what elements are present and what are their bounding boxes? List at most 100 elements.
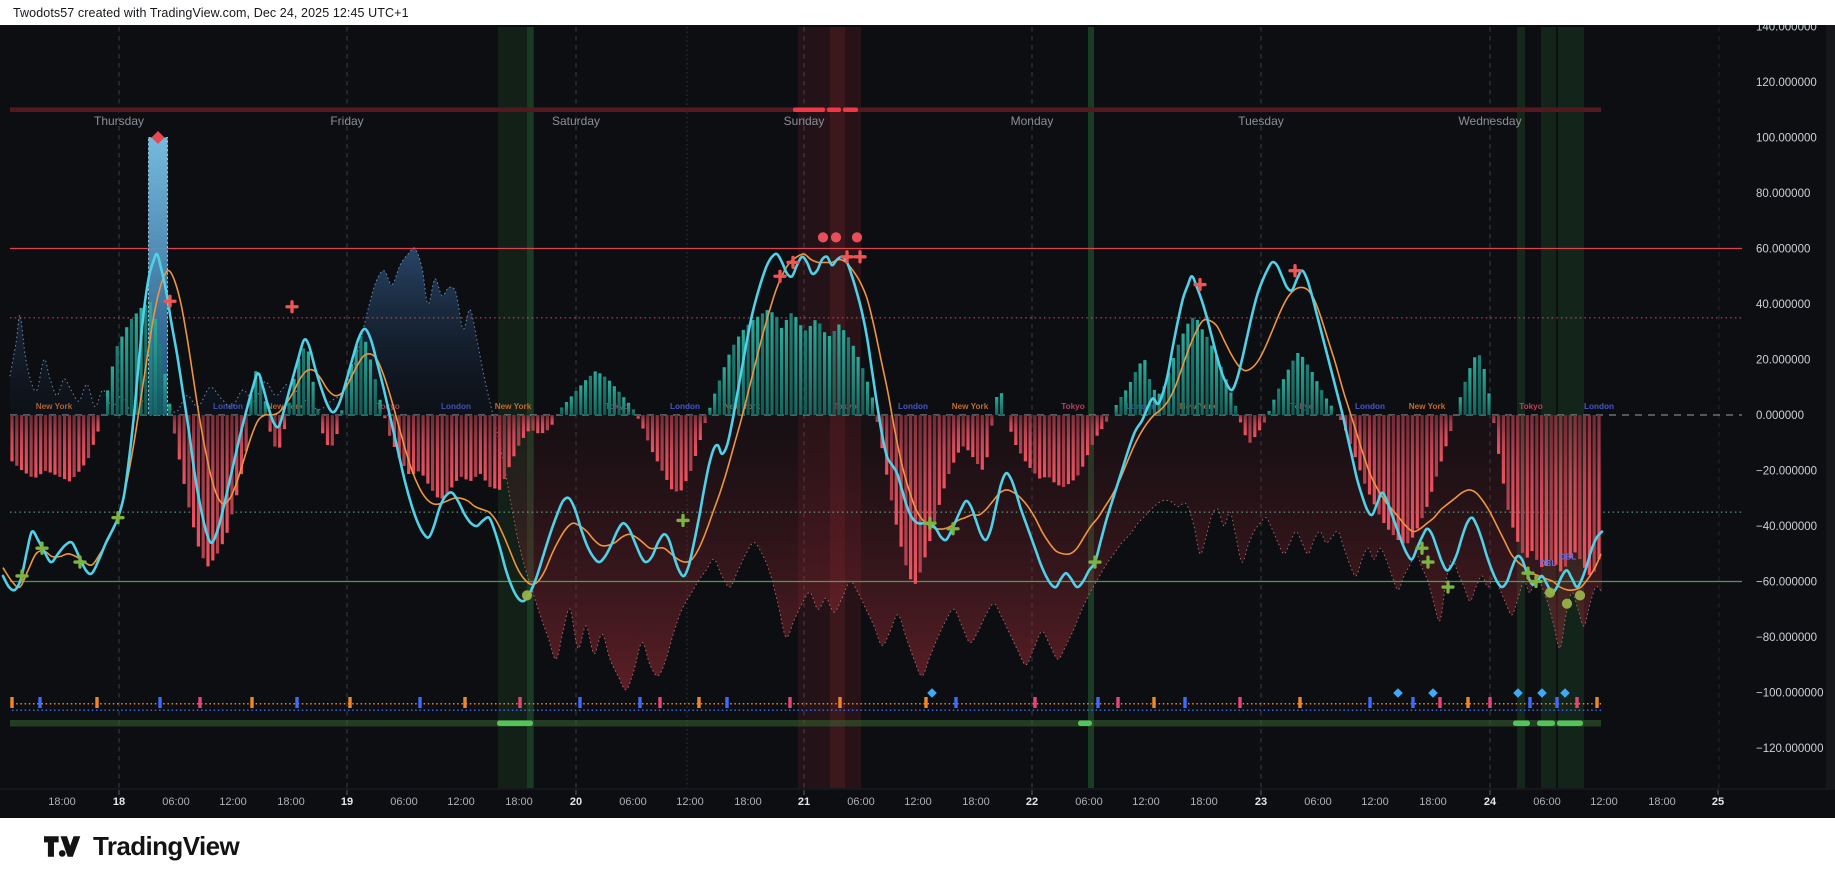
hist-bar-down	[1071, 415, 1075, 481]
hist-bar-up	[612, 386, 616, 415]
strip-dot	[608, 703, 610, 705]
hist-bar-up	[1458, 397, 1462, 415]
strip-dot	[226, 709, 228, 711]
strip-dot	[553, 703, 556, 705]
strip-dot	[184, 709, 186, 711]
hist-bar-down	[684, 415, 688, 482]
strip-dot	[318, 709, 321, 711]
strip-dot	[285, 703, 287, 705]
strip-dot	[1137, 703, 1140, 705]
strip-dot	[801, 703, 804, 705]
strip-dot	[978, 703, 980, 705]
strip-dot	[902, 703, 904, 705]
hist-bar-up	[364, 341, 368, 415]
hist-bar-up	[1267, 411, 1271, 415]
hist-bar-down	[220, 415, 224, 545]
strip-dot	[999, 703, 1001, 705]
hist-bar-down	[1258, 415, 1262, 431]
strip-dot	[1141, 709, 1144, 711]
hist-bar-down	[498, 415, 502, 490]
strip-dot	[1200, 703, 1203, 705]
strip-dot	[583, 709, 585, 711]
hist-bar-up	[727, 354, 731, 415]
strip-dot	[129, 703, 132, 705]
hist-bar-down	[177, 415, 181, 460]
strip-dot	[402, 703, 405, 705]
strip-dot	[54, 703, 56, 705]
strip-dot	[1272, 703, 1274, 705]
strip-dot	[201, 709, 203, 711]
strip-dot	[1066, 703, 1068, 705]
strip-dot	[1339, 709, 1341, 711]
strip-dot	[600, 703, 602, 705]
strip-dot	[759, 703, 762, 705]
strip-dot	[1360, 709, 1362, 711]
hist-bar-down	[1081, 415, 1085, 467]
strip-dot	[780, 703, 783, 705]
hist-bar-down	[1449, 415, 1453, 431]
hist-bar-up	[1463, 381, 1467, 415]
strip-dot	[104, 703, 106, 705]
strip-dot	[171, 709, 174, 711]
strip-dot	[230, 703, 232, 705]
strip-dot	[915, 703, 917, 705]
day-number-label: 20	[570, 796, 582, 808]
hist-bar-up	[316, 409, 320, 415]
strip-dot	[663, 703, 665, 705]
hist-bar-up	[349, 364, 353, 415]
strip-dot	[763, 703, 766, 705]
hist-bar-down	[1444, 415, 1448, 447]
session-label: London	[670, 402, 700, 411]
time-label: 06:00	[162, 796, 190, 808]
time-label: 12:00	[447, 796, 475, 808]
oscillator-chart-canvas[interactable]: New York Tokyo London New York Tokyo London Ne…	[0, 25, 1835, 818]
strip-dot	[768, 709, 770, 711]
strip-dot	[238, 709, 241, 711]
hist-bar-down	[517, 415, 521, 446]
strip-dot	[1423, 709, 1425, 711]
strip-dot	[558, 703, 560, 705]
strip-dot	[1032, 709, 1035, 711]
strip-dot	[1301, 709, 1303, 711]
hist-bar-up	[1473, 357, 1477, 415]
strip-dot	[1587, 703, 1589, 705]
value-axis-label: 20.000000	[1756, 355, 1810, 367]
strip-dot	[1263, 703, 1266, 705]
hist-bar-down	[521, 415, 526, 438]
strip-dot	[1406, 703, 1408, 705]
strip-dot	[709, 709, 711, 711]
strip-dot	[616, 709, 619, 711]
strip-dot	[1162, 709, 1165, 711]
strip-dot	[415, 703, 417, 705]
strip-dot	[679, 709, 682, 711]
strip-dot	[944, 709, 946, 711]
strip-dot	[541, 703, 543, 705]
strip-dot	[906, 703, 909, 705]
strip-dot	[112, 703, 115, 705]
strip-dot	[268, 703, 270, 705]
time-label: 18:00	[1419, 796, 1447, 808]
tradingview-logo[interactable]	[44, 833, 83, 860]
strip-dot	[1322, 703, 1324, 705]
strip-dot	[1070, 703, 1072, 705]
strip-dot	[75, 703, 77, 705]
strip-dot	[1078, 709, 1081, 711]
strip-bar	[1466, 697, 1470, 708]
trend-band-segment	[1537, 720, 1555, 726]
strip-dot	[91, 703, 94, 705]
hist-bar-up	[837, 324, 841, 415]
strip-dot	[940, 703, 942, 705]
strip-dot	[877, 709, 879, 711]
strip-dot	[1591, 709, 1593, 711]
strip-dot	[264, 703, 266, 705]
strip-dot	[1473, 703, 1476, 705]
strip-dot	[1288, 709, 1291, 711]
strip-dot	[436, 709, 438, 711]
strip-dot	[1540, 709, 1543, 711]
hist-bar-down	[53, 415, 57, 475]
strip-dot	[965, 709, 967, 711]
strip-dot	[1074, 703, 1077, 705]
strip-dot	[1435, 703, 1438, 705]
strip-dot	[1158, 703, 1161, 705]
strip-dot	[562, 703, 564, 705]
